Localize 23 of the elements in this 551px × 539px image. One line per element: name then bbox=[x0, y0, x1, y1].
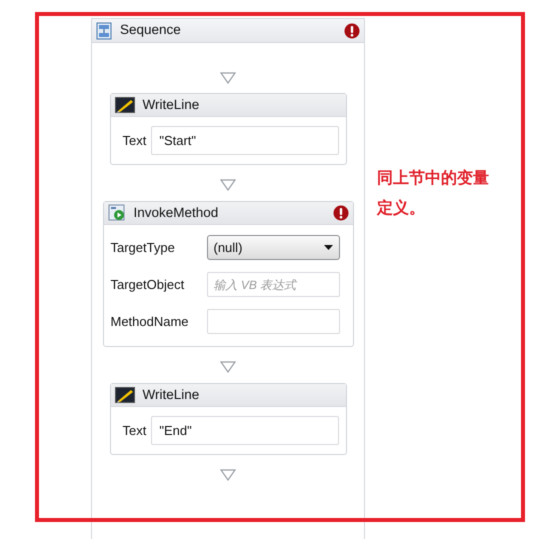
writeline-icon bbox=[114, 97, 134, 113]
flow-arrow-icon bbox=[220, 72, 236, 84]
field-label: Text bbox=[122, 422, 146, 440]
text-field[interactable]: "End" bbox=[151, 416, 338, 445]
text-field[interactable]: "Start" bbox=[151, 126, 338, 155]
activity-title: WriteLine bbox=[142, 96, 200, 114]
field-label: TargetType bbox=[110, 238, 176, 257]
activity-title: InvokeMethod bbox=[134, 204, 220, 222]
annotation-text: 同上节中的变量定义。 bbox=[377, 168, 490, 219]
caret-icon bbox=[324, 245, 332, 250]
sequence-title: Sequence bbox=[120, 21, 182, 40]
invoke-icon bbox=[108, 204, 126, 222]
input-field[interactable] bbox=[206, 309, 340, 334]
flow-arrow-icon bbox=[220, 469, 236, 481]
flow-arrow-icon bbox=[220, 361, 236, 373]
activity-title: WriteLine bbox=[142, 386, 200, 404]
field-label: MethodName bbox=[110, 312, 190, 331]
field-label: TargetObject bbox=[110, 276, 186, 294]
field-label: Text bbox=[122, 132, 146, 150]
flow-arrow-icon bbox=[220, 179, 236, 191]
type-dropdown[interactable]: (null) bbox=[206, 235, 340, 260]
writeline-icon bbox=[114, 387, 134, 403]
sequence-icon bbox=[96, 22, 112, 40]
